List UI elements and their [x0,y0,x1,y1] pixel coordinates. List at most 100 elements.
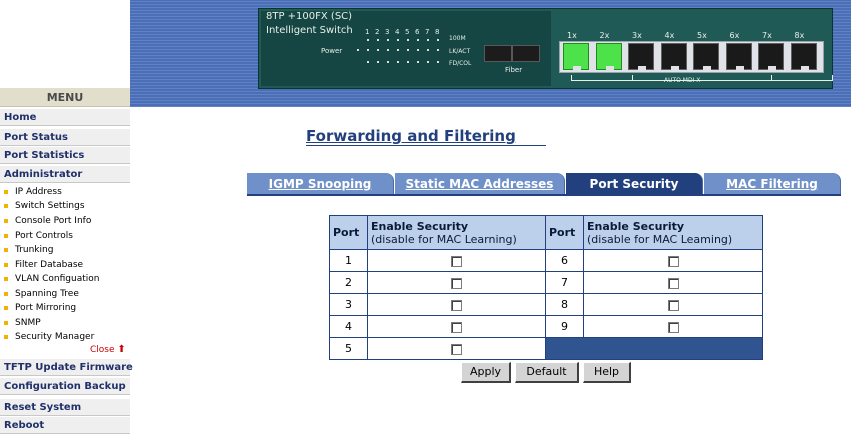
up-arrow-icon: ⬆ [117,344,126,355]
security-cell [367,271,546,294]
title-underline [306,145,546,146]
rj45-port [693,43,719,70]
enable-security-checkbox[interactable] [667,299,679,311]
sidebar-item-tftp-update-firmware[interactable]: TFTP Update Firmware [0,358,133,376]
port-notch [605,66,614,70]
fiber-port-right [512,45,540,62]
led-indicator [437,49,439,51]
sidebar-subitem-port-mirroring[interactable]: Port Mirroring [0,301,130,315]
default-button[interactable]: Default [515,362,579,383]
led-port-number: 4 [395,28,400,36]
port-number: 7 [545,271,584,294]
bullet-icon [4,321,8,325]
port-notch [638,66,646,70]
rj45-port-label: 6x [729,31,740,40]
sidebar-item-port-statistics[interactable]: Port Statistics [0,146,130,164]
bullet-icon [4,234,8,238]
led-port-number: 1 [365,28,370,36]
enable-security-checkbox[interactable] [451,277,462,289]
port-number: 3 [329,293,368,316]
sidebar-subitem-switch-settings[interactable]: Switch Settings [0,199,130,213]
sidebar-subitem-ip-address[interactable]: IP Address [0,185,130,199]
bullet-icon [4,335,8,339]
port-notch [703,66,711,70]
rj45-port [563,43,589,70]
port-number: 9 [545,315,584,338]
table-row: 5 [329,337,763,360]
sidebar-subitem-security-manager[interactable]: Security Manager [0,330,130,344]
sidebar-subitem-console-port-info[interactable]: Console Port Info [0,214,130,228]
sidebar-subitem-spanning-tree[interactable]: Spanning Tree [0,287,130,301]
sidebar-close-link[interactable]: Close ⬆ [90,344,126,355]
led-indicator [377,61,379,63]
led-indicator [417,49,419,51]
sidebar-subitem-trunking[interactable]: Trunking [0,243,130,257]
tab-port-security[interactable]: Port Security [566,173,703,195]
help-button[interactable]: Help [583,362,631,383]
port-security-table: Port Enable Security (disable for MAC Le… [329,215,763,360]
led-indicator [397,49,399,51]
menu-title: MENU [0,88,130,107]
rj45-port [660,43,687,70]
led-port-number: 7 [425,28,430,36]
enable-security-checkbox[interactable] [451,321,462,333]
enable-security-checkbox[interactable] [667,255,679,267]
enable-security-checkbox[interactable] [667,321,679,333]
security-cell [367,337,546,360]
bullet-icon [4,292,8,296]
port-bracket [771,75,833,81]
sidebar-item-configuration-backup[interactable]: Configuration Backup [0,377,130,395]
port-number: 5 [329,337,368,360]
led-indicator [417,61,419,63]
sidebar-subitem-snmp[interactable]: SNMP [0,316,130,330]
rj45-port [758,43,784,70]
rj45-port-label: 3x [632,31,642,40]
led-indicator [427,61,429,63]
apply-button[interactable]: Apply [461,362,511,383]
rj45-port-label: 8x [794,31,805,40]
fiber-port-left [484,45,512,62]
port-notch [573,66,581,70]
led-indicator [377,39,379,41]
tab-bar-underline [247,194,841,196]
sidebar-item-administrator[interactable]: Administrator [0,165,130,183]
rj45-port-label: 1x [567,31,577,40]
switch-model: 8TP +100FX (SC) [266,11,353,22]
sidebar-item-home[interactable]: Home [0,108,130,126]
sidebar-subitem-port-controls[interactable]: Port Controls [0,229,130,243]
led-indicator [427,49,429,51]
enable-security-checkbox[interactable] [451,343,462,355]
port-number: 4 [329,315,368,338]
port-number: 6 [545,249,584,272]
rj45-port-label: 4x [664,31,675,40]
sidebar-subitem-vlan-configuration[interactable]: VLAN Configuation [0,272,130,286]
led-indicator [377,49,379,51]
tab-igmp-snooping[interactable]: IGMP Snooping [247,173,394,195]
enable-security-checkbox[interactable] [451,255,462,267]
column-header-port: Port [545,215,584,250]
led-indicator [367,49,369,51]
security-cell [583,293,763,316]
column-header-port: Port [329,215,368,250]
tab-mac-filtering[interactable]: MAC Filtering [704,173,841,195]
led-indicator [387,49,389,51]
sidebar-subitem-filter-database[interactable]: Filter Database [0,258,130,272]
rj45-port [790,43,817,70]
sidebar-item-reset-system[interactable]: Reset System [0,398,130,416]
column-header-enable-security: Enable Security (disable for MAC Leaming… [583,215,763,250]
switch-subtitle: Intelligent Switch [266,25,353,36]
led-indicator [387,39,389,41]
led-indicator [407,39,409,41]
rj45-port-strip [559,41,824,73]
bullet-icon [4,219,8,223]
enable-security-checkbox[interactable] [451,299,462,311]
sidebar-item-reboot[interactable]: Reboot [0,416,130,434]
led-port-number: 6 [415,28,420,36]
fiber-label: Fiber [505,66,523,74]
security-cell [583,315,763,338]
bullet-icon [4,248,8,252]
led-port-number: 2 [375,28,380,36]
sidebar-item-port-status[interactable]: Port Status [0,128,130,146]
tab-static-mac-addresses[interactable]: Static MAC Addresses [395,173,565,195]
enable-security-checkbox[interactable] [667,277,679,289]
